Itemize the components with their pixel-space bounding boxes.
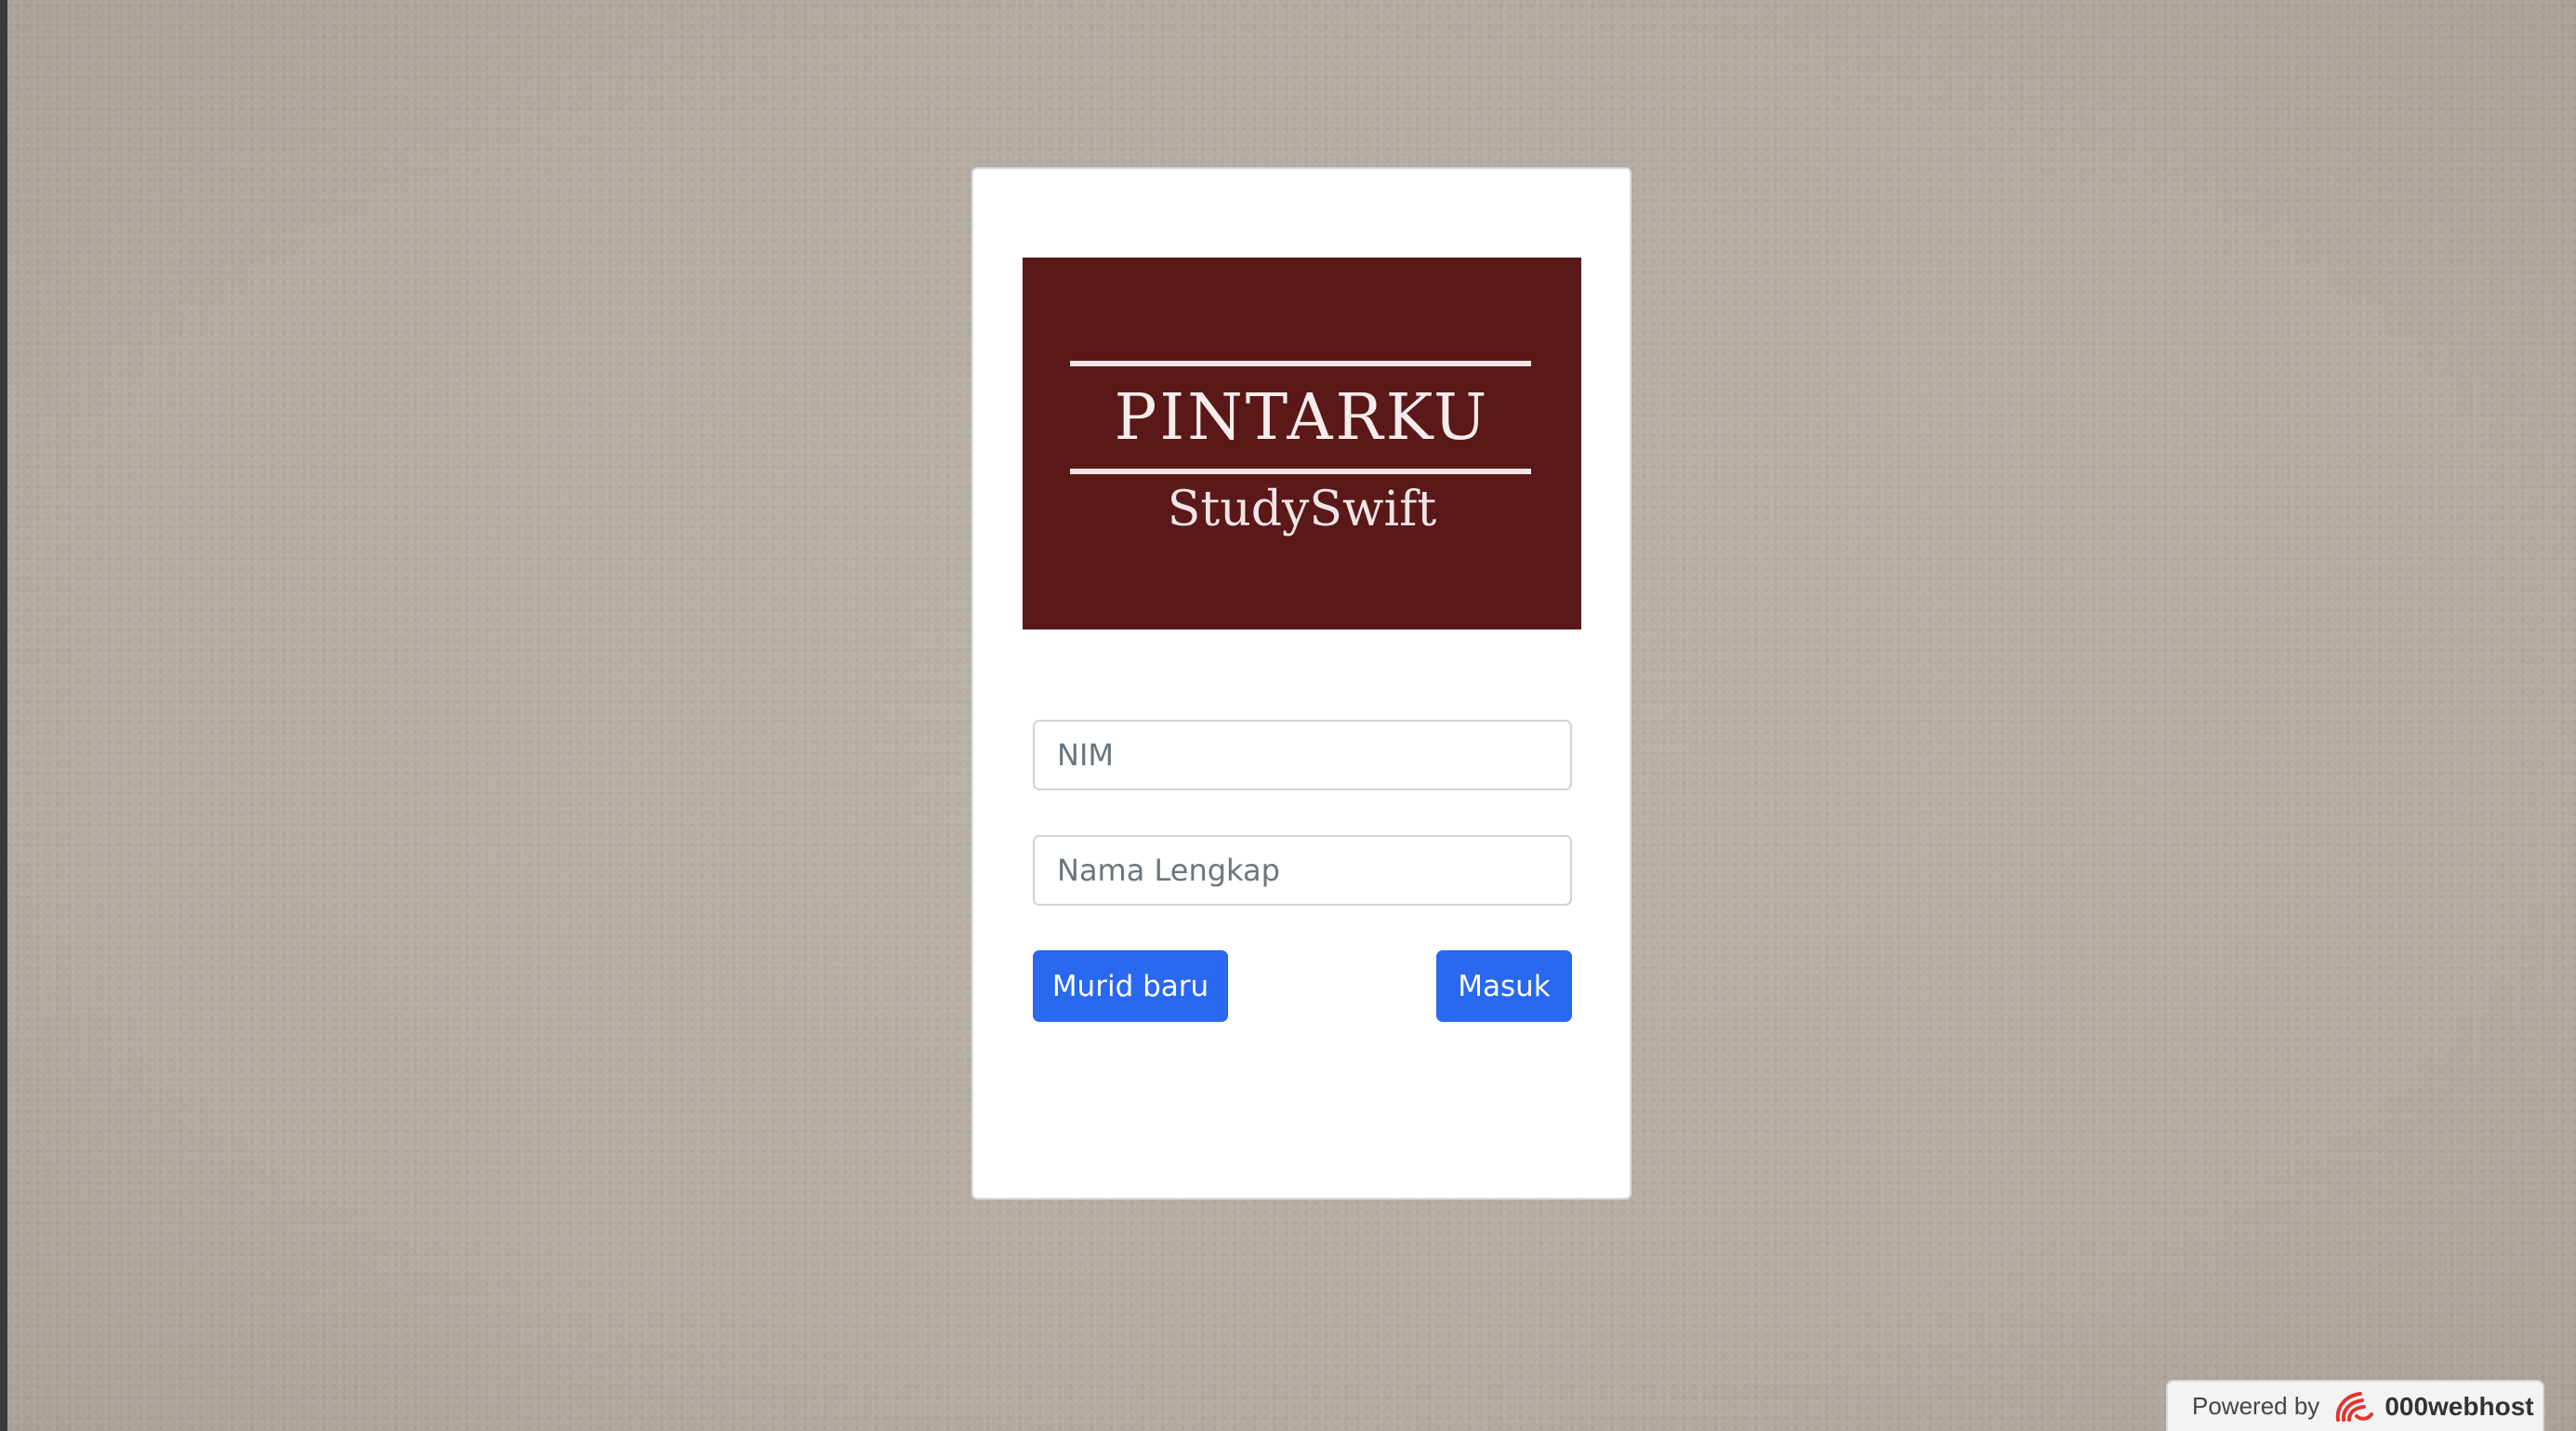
login-button[interactable]: Masuk [1436, 950, 1572, 1022]
000webhost-logo-icon [2332, 1388, 2377, 1425]
logo-subtitle: StudySwift [1167, 482, 1437, 537]
full-name-input[interactable] [1033, 835, 1572, 906]
logo-rule-top [1070, 361, 1531, 366]
powered-by-badge[interactable]: Powered by 000webhost [2166, 1380, 2544, 1431]
pintarku-logo: PINTARKU StudySwift [1023, 258, 1581, 629]
logo-rule-bottom [1070, 469, 1531, 474]
powered-by-label: Powered by [2192, 1392, 2320, 1420]
nim-input[interactable] [1033, 720, 1572, 790]
logo-title: PINTARKU [1114, 381, 1490, 455]
new-student-button[interactable]: Murid baru [1033, 950, 1228, 1022]
login-card: PINTARKU StudySwift Murid baru Masuk [971, 167, 1631, 1199]
000webhost-brand: 000webhost [2384, 1391, 2534, 1421]
window-left-edge [0, 0, 7, 1431]
